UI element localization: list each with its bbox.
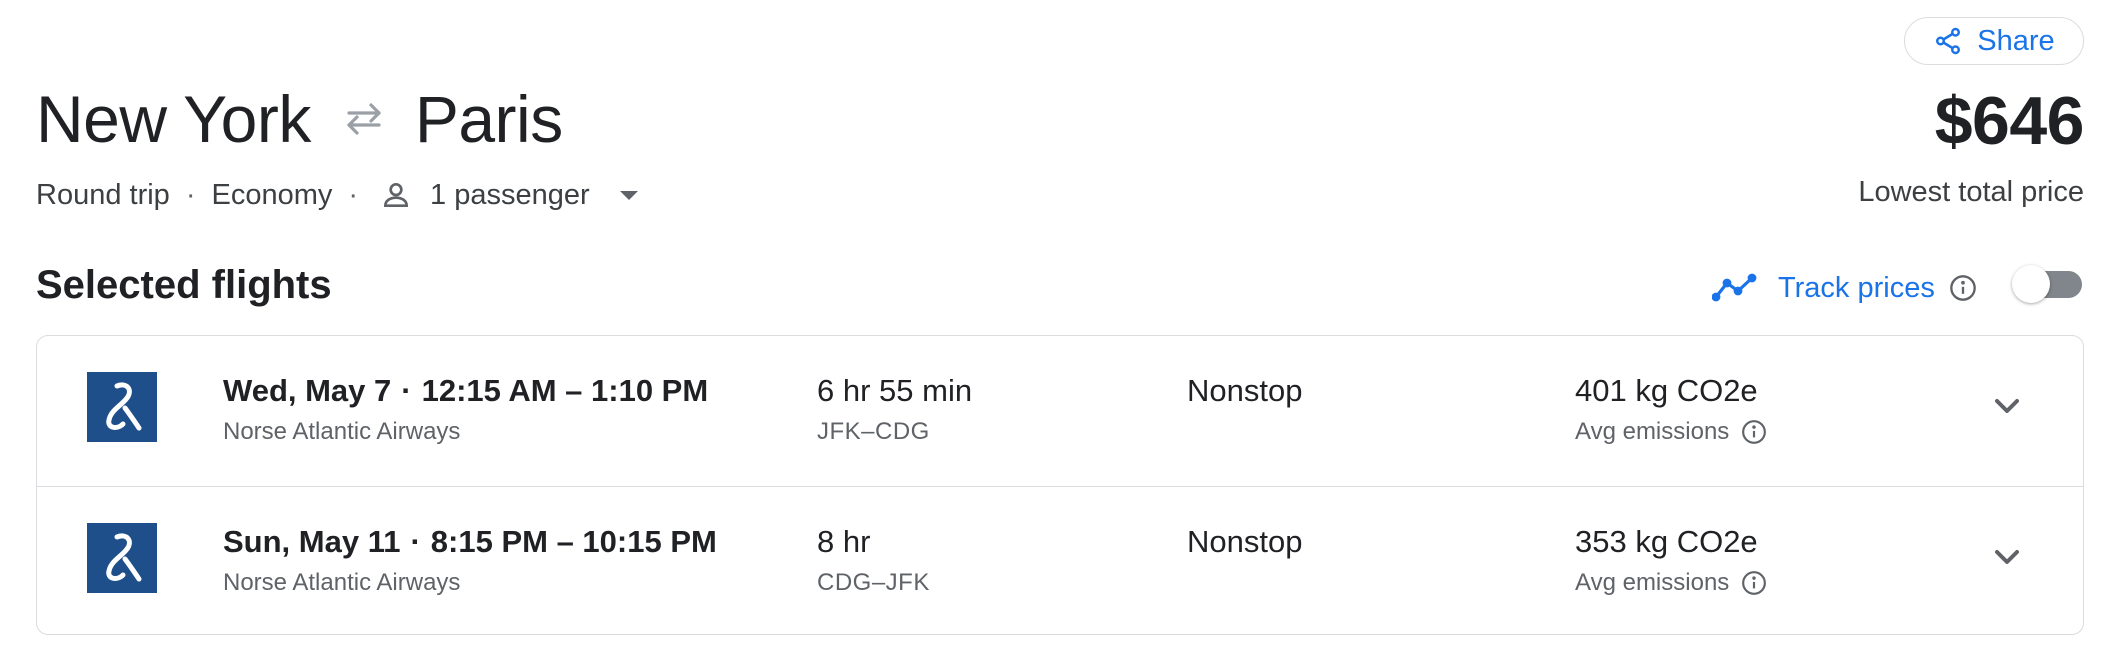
flight-emissions: 401 kg CO2e (1575, 373, 1758, 408)
chevron-down-icon[interactable] (1987, 386, 2027, 426)
emissions-label: Avg emissions (1575, 418, 1767, 446)
flight-time-range: 8:15 PM – 10:15 PM (430, 524, 717, 559)
emissions-label: Avg emissions (1575, 569, 1767, 597)
flight-duration: 6 hr 55 min (817, 373, 973, 408)
emissions-label-text: Avg emissions (1575, 569, 1730, 596)
trip-type: Round trip (36, 178, 170, 211)
flight-route: JFK–CDG (817, 418, 930, 445)
flight-date: Wed, May 7 (223, 373, 392, 408)
flight-time-range: 12:15 AM – 1:10 PM (421, 373, 709, 408)
route-title: New York Paris (36, 82, 563, 156)
norse-logo (87, 523, 157, 593)
flight-times: Wed, May 7 · 12:15 AM – 1:10 PM (223, 373, 709, 408)
airline-name: Norse Atlantic Airways (223, 569, 461, 596)
trip-options: Round trip · Economy · 1 passenger (36, 175, 638, 215)
flight-route: CDG–JFK (817, 569, 930, 596)
chevron-down-icon (619, 190, 638, 200)
track-prices-toggle[interactable] (2012, 265, 2084, 303)
origin-city: New York (36, 82, 311, 156)
track-prices-label: Track prices (1778, 271, 1935, 304)
flight-date: Sun, May 11 (223, 524, 401, 559)
flight-emissions: 353 kg CO2e (1575, 524, 1758, 559)
person-icon (384, 183, 409, 207)
flight-stops: Nonstop (1187, 373, 1303, 408)
norse-logo (87, 372, 157, 442)
swap-arrows-icon (347, 103, 381, 135)
info-icon[interactable] (1741, 419, 1767, 445)
toggle-knob (2012, 265, 2050, 303)
passenger-count: 1 passenger (430, 178, 590, 211)
share-icon (1936, 27, 1961, 55)
airline-name: Norse Atlantic Airways (223, 418, 461, 445)
cabin-class: Economy (211, 178, 333, 211)
share-label: Share (1977, 24, 2055, 57)
chevron-down-icon[interactable] (1987, 537, 2027, 577)
section-title: Selected flights (36, 263, 332, 307)
price-caption: Lowest total price (1858, 176, 2084, 208)
flight-stops: Nonstop (1187, 524, 1303, 559)
info-icon[interactable] (1741, 570, 1767, 596)
separator-dot: · (185, 178, 196, 211)
flight-row[interactable]: Sun, May 11 · 8:15 PM – 10:15 PM Norse Atl… (37, 486, 2083, 636)
info-icon[interactable] (1949, 274, 1977, 302)
lowest-price: $646 (1934, 83, 2085, 159)
trend-line-icon (1712, 273, 1757, 302)
track-prices-link[interactable]: Track prices (1712, 268, 1977, 308)
selected-flights-list: Wed, May 7 · 12:15 AM – 1:10 PM Norse Atla… (36, 335, 2084, 635)
flight-row[interactable]: Wed, May 7 · 12:15 AM – 1:10 PM Norse Atla… (37, 336, 2083, 486)
flight-duration: 8 hr (817, 524, 871, 559)
passenger-selector[interactable]: 1 passenger (374, 179, 638, 212)
emissions-label-text: Avg emissions (1575, 418, 1730, 445)
destination-city: Paris (414, 82, 563, 156)
share-button[interactable]: Share (1904, 17, 2084, 65)
separator-dot: · (348, 178, 359, 211)
flight-times: Sun, May 11 · 8:15 PM – 10:15 PM (223, 524, 717, 559)
